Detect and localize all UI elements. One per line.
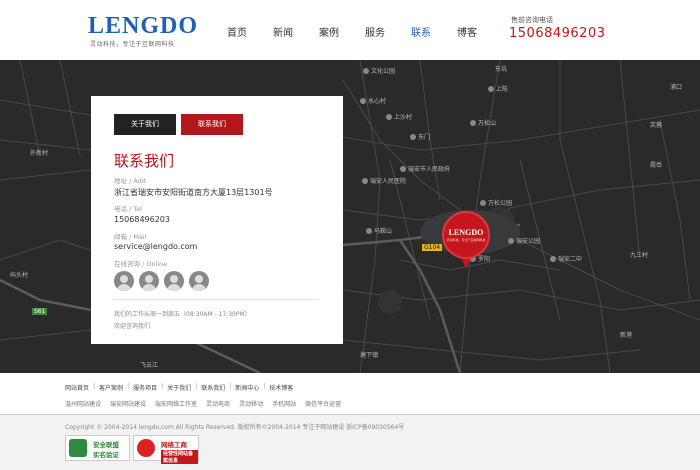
footer-link-news[interactable]: 新闻中心: [235, 383, 259, 392]
online-consult-avatars: [114, 271, 214, 291]
road-sign: S61: [32, 308, 48, 315]
footer-seo-link[interactable]: 瑞安网络工作室: [155, 399, 197, 408]
footer-seo-link[interactable]: 微信平台运营: [305, 399, 341, 408]
map-label: 塘下镇: [360, 352, 379, 359]
nav-cases[interactable]: 案例: [306, 24, 352, 39]
map-label: 屿头村: [10, 272, 29, 279]
nav-news[interactable]: 新闻: [260, 24, 306, 39]
map-label: 瑞安二中: [550, 254, 582, 263]
mail-label: 邮箱 / Mail: [114, 233, 147, 241]
map-label: 霞岙: [650, 162, 663, 169]
panel-title: 联系我们: [114, 152, 175, 170]
map-label: 马鞍山: [366, 226, 392, 235]
map-label: 上陈: [488, 84, 508, 93]
footer-link-cases[interactable]: 客户案例: [99, 383, 123, 392]
phone-number: 15068496203: [509, 26, 606, 41]
consultant-avatar[interactable]: [189, 271, 209, 291]
phone-label: 售前咨询电话: [511, 16, 553, 24]
mail-value[interactable]: service@lengdo.com: [114, 242, 197, 251]
map-label: 瑞安人民医院: [362, 176, 406, 185]
tel-label: 电话 / Tel: [114, 205, 142, 213]
nav-contact[interactable]: 联系: [398, 24, 444, 39]
footer-link-contact[interactable]: 联系我们: [201, 383, 225, 392]
footer-seo-link[interactable]: 温州网站建设: [65, 399, 101, 408]
map-label: 上沙村: [386, 112, 412, 121]
map-label: 水心村: [360, 96, 386, 105]
footer-seo-row: 温州网站建设 瑞安网站建设 瑞安网络工作室 灵动电商 灵动移动 手机网站 微信平…: [65, 399, 350, 408]
map-label: 东坑: [495, 66, 508, 73]
address-value: 浙江省瑞安市安阳街道南方大厦13层1301号: [114, 188, 273, 197]
footer-link-services[interactable]: 服务项目: [133, 383, 157, 392]
pin-logo-text: LENGDO: [448, 228, 484, 237]
main-nav: 首页 新闻 案例 服务 联系 博客: [214, 24, 490, 39]
welcome-text: 欢迎咨询我们: [114, 323, 151, 330]
map-label: 万松公园: [480, 198, 512, 207]
site-logo[interactable]: LENGDO 灵动科技，专注于互联网科技: [88, 14, 216, 48]
divider: [114, 299, 319, 300]
consultant-avatar[interactable]: [164, 271, 184, 291]
map-label: 东门: [410, 132, 430, 141]
map-label: 浦口: [670, 84, 683, 91]
online-label: 在线咨询 / Online: [114, 260, 168, 268]
footer-seo-link[interactable]: 灵动移动: [239, 399, 263, 408]
contact-us-button[interactable]: 联系我们: [181, 114, 243, 135]
working-hours: 我们的工作从周一到周五（08:30AM - 17:30PM）: [114, 311, 251, 318]
map-label: 瑞安市人民政府: [400, 164, 450, 173]
footer-seo-link[interactable]: 灵动电商: [206, 399, 230, 408]
footer-seo-link[interactable]: 手机网站: [272, 399, 296, 408]
copyright-text: Copyright © 2004-2014 lengdo.com All Rig…: [65, 424, 405, 431]
nav-services[interactable]: 服务: [352, 24, 398, 39]
map-label: 外新村: [30, 150, 49, 157]
map-label: 瑞安公园: [508, 236, 540, 245]
consultant-avatar[interactable]: [139, 271, 159, 291]
security-alliance-badge[interactable]: 安全联盟 实名验证: [65, 435, 130, 461]
contact-panel: 关于我们 联系我们 联系我们 地址 / Add 浙江省瑞安市安阳街道南方大厦13…: [91, 96, 343, 344]
nav-home[interactable]: 首页: [214, 24, 260, 39]
about-us-button[interactable]: 关于我们: [114, 114, 176, 135]
pin-tagline: 灵动科技，专注于互联网科技: [446, 238, 486, 242]
footer-seo-link[interactable]: 瑞安网站建设: [110, 399, 146, 408]
map-label: 九三村: [630, 252, 649, 259]
footer-nav-row: 网站首页 | 客户案例 | 服务项目 | 关于我们 | 联系我们 | 新闻中心 | 技术博客: [65, 383, 294, 392]
shield-icon: [69, 439, 87, 457]
consultant-avatar[interactable]: [114, 271, 134, 291]
map-label: 万松山: [470, 118, 496, 127]
logo-tagline: 灵动科技，专注于互联网科技: [90, 41, 175, 48]
nav-blog[interactable]: 博客: [444, 24, 490, 39]
map-label: 芙蓉: [650, 122, 663, 129]
footer-bottom: Copyright © 2004-2014 lengdo.com All Rig…: [0, 415, 700, 470]
map-label: 飞云江: [140, 362, 159, 369]
address-label: 地址 / Add: [114, 177, 146, 185]
map-label: 新港: [620, 332, 633, 339]
footer-link-blog[interactable]: 技术博客: [269, 383, 293, 392]
logo-text: LENGDO: [88, 13, 199, 39]
tel-value: 15068496203: [114, 215, 170, 224]
emblem-icon: [137, 439, 155, 457]
footer-link-about[interactable]: 关于我们: [167, 383, 191, 392]
map-label: 文化公园: [363, 66, 395, 75]
site-header: LENGDO 灵动科技，专注于互联网科技 首页 新闻 案例 服务 联系 博客 售…: [0, 0, 700, 60]
footer-links-area: 网站首页 | 客户案例 | 服务项目 | 关于我们 | 联系我们 | 新闻中心 | 技术博客…: [0, 373, 700, 415]
footer-link-home[interactable]: 网站首页: [65, 383, 89, 392]
business-license-badge[interactable]: 网络工商 经营性网站备案信息: [133, 435, 199, 464]
location-pin[interactable]: LENGDO 灵动科技，专注于互联网科技: [442, 211, 490, 273]
road-sign: G104: [422, 244, 443, 251]
